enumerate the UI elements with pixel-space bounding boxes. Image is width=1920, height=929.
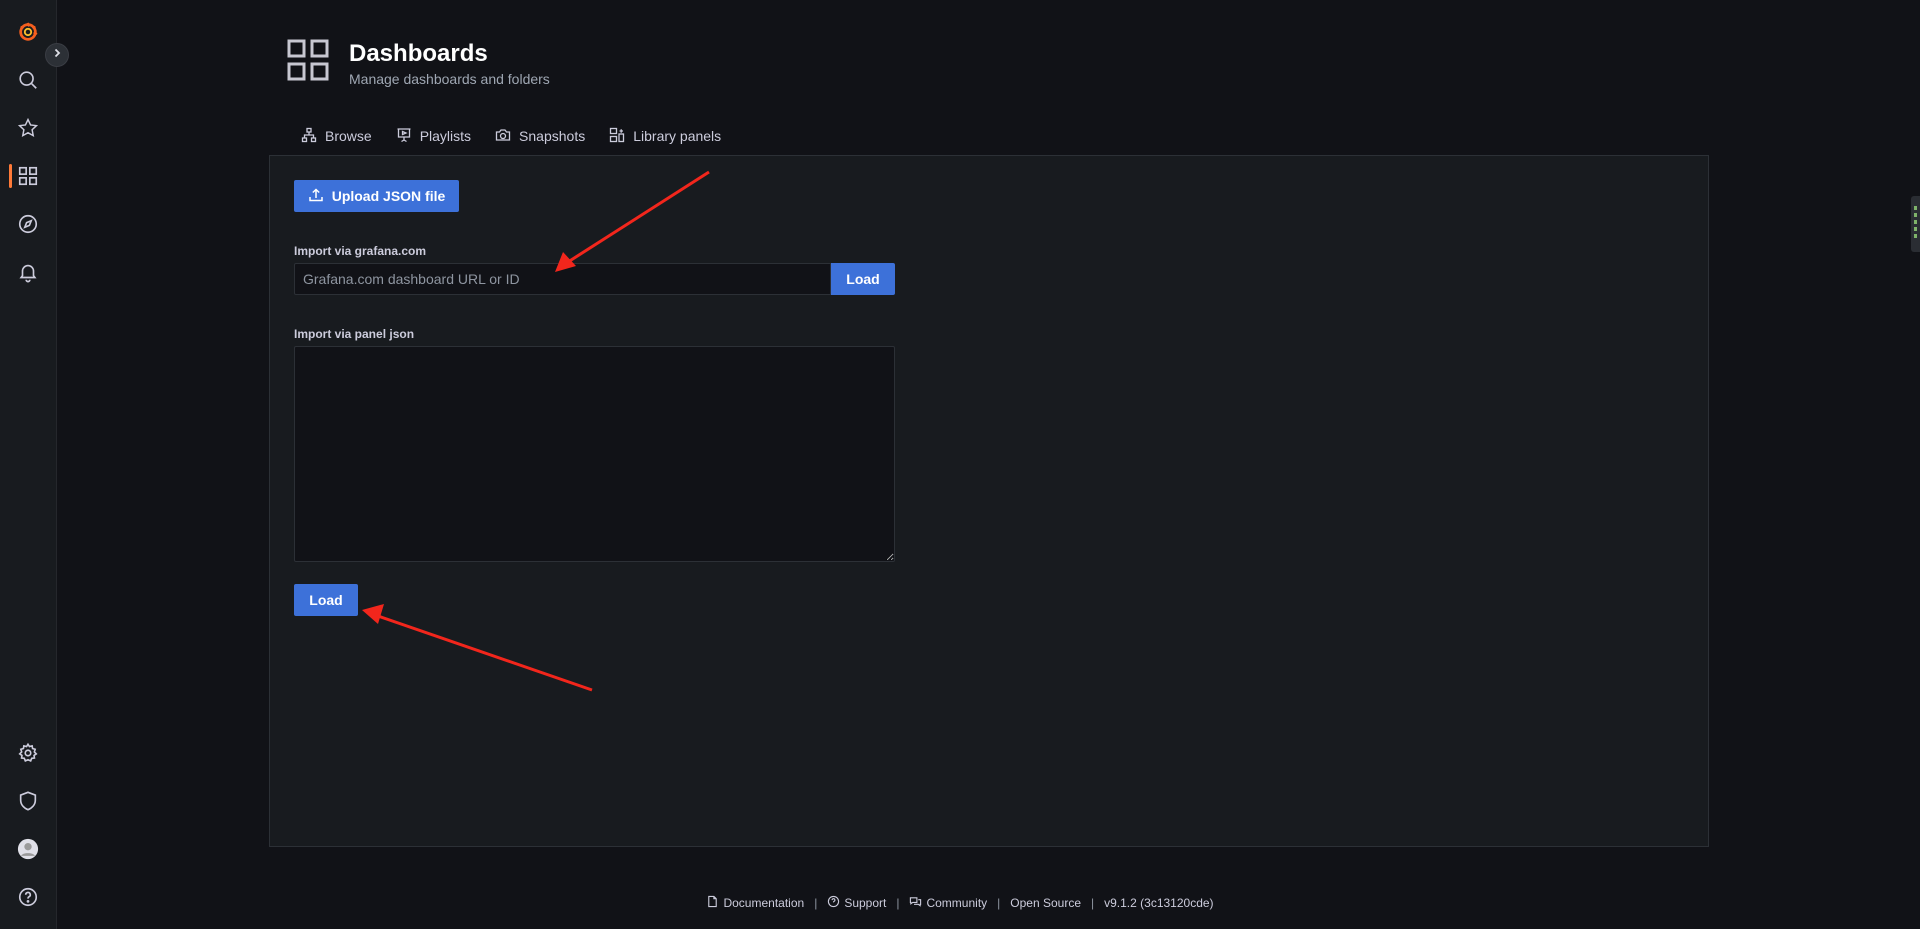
comments-icon — [909, 895, 922, 911]
avatar[interactable] — [12, 833, 44, 865]
panel-json-textarea[interactable] — [294, 346, 895, 562]
footer-open-source-link[interactable]: Open Source — [1010, 896, 1081, 910]
page-title: Dashboards — [349, 40, 488, 67]
question-circle-icon — [827, 895, 840, 911]
page-subtitle: Manage dashboards and folders — [349, 71, 550, 87]
shield-icon[interactable] — [12, 785, 44, 817]
sidebar — [0, 0, 57, 929]
star-icon[interactable] — [12, 112, 44, 144]
side-widget[interactable] — [1911, 196, 1920, 252]
sidebar-expand-button[interactable] — [45, 43, 69, 67]
footer-version-label: v9.1.2 (3c13120cde) — [1104, 896, 1214, 910]
camera-icon — [495, 127, 511, 146]
upload-icon — [308, 187, 324, 206]
gear-icon[interactable] — [12, 737, 44, 769]
panel-json-label: Import via panel json — [294, 327, 415, 341]
footer-separator: | — [1091, 896, 1095, 910]
panel-json-load-button[interactable]: Load — [294, 584, 358, 616]
footer-version[interactable]: v9.1.2 (3c13120cde) — [1104, 896, 1213, 910]
footer-separator: | — [896, 896, 900, 910]
tab-browse-label: Browse — [325, 128, 372, 144]
sitemap-icon — [301, 127, 317, 146]
tab-playlists[interactable]: Playlists — [384, 116, 483, 156]
footer-open-source-label: Open Source — [1010, 896, 1081, 910]
alerting-bell-icon[interactable] — [12, 256, 44, 288]
tab-library-panels-label: Library panels — [633, 128, 722, 144]
upload-json-button[interactable]: Upload JSON file — [294, 180, 459, 212]
dashboards-header-icon — [287, 39, 329, 81]
tab-playlists-label: Playlists — [419, 128, 472, 144]
tab-browse[interactable]: Browse — [289, 116, 384, 156]
footer-community-link[interactable]: Community — [909, 895, 987, 911]
footer-community-label: Community — [926, 896, 988, 910]
footer-separator: | — [814, 896, 818, 910]
footer-support-link[interactable]: Support — [827, 895, 886, 911]
dashboards-icon[interactable] — [12, 160, 44, 192]
grafana-load-button[interactable]: Load — [831, 263, 895, 295]
chevron-right-icon — [51, 46, 63, 64]
search-icon[interactable] — [12, 64, 44, 96]
tab-snapshots-label: Snapshots — [519, 128, 586, 144]
footer-documentation-link[interactable]: Documentation — [706, 895, 804, 911]
upload-json-label: Upload JSON file — [331, 188, 446, 204]
library-panels-icon — [609, 127, 625, 146]
tab-bar: Browse Playlists Snapshots Library panel… — [289, 116, 733, 156]
footer-support-label: Support — [844, 896, 887, 910]
grafana-logo-icon[interactable] — [12, 16, 44, 48]
document-icon — [706, 895, 719, 911]
import-panel: Upload JSON file Import via grafana.com … — [269, 155, 1709, 847]
footer-documentation-label: Documentation — [723, 896, 805, 910]
presentation-icon — [396, 127, 412, 146]
grafana-url-input[interactable] — [294, 263, 831, 295]
tab-library-panels[interactable]: Library panels — [597, 116, 733, 156]
footer: Documentation | Support | Community | Op… — [0, 893, 1920, 913]
footer-separator: | — [997, 896, 1001, 910]
grafana-import-label: Import via grafana.com — [294, 244, 427, 258]
explore-icon[interactable] — [12, 208, 44, 240]
tab-snapshots[interactable]: Snapshots — [483, 116, 597, 156]
